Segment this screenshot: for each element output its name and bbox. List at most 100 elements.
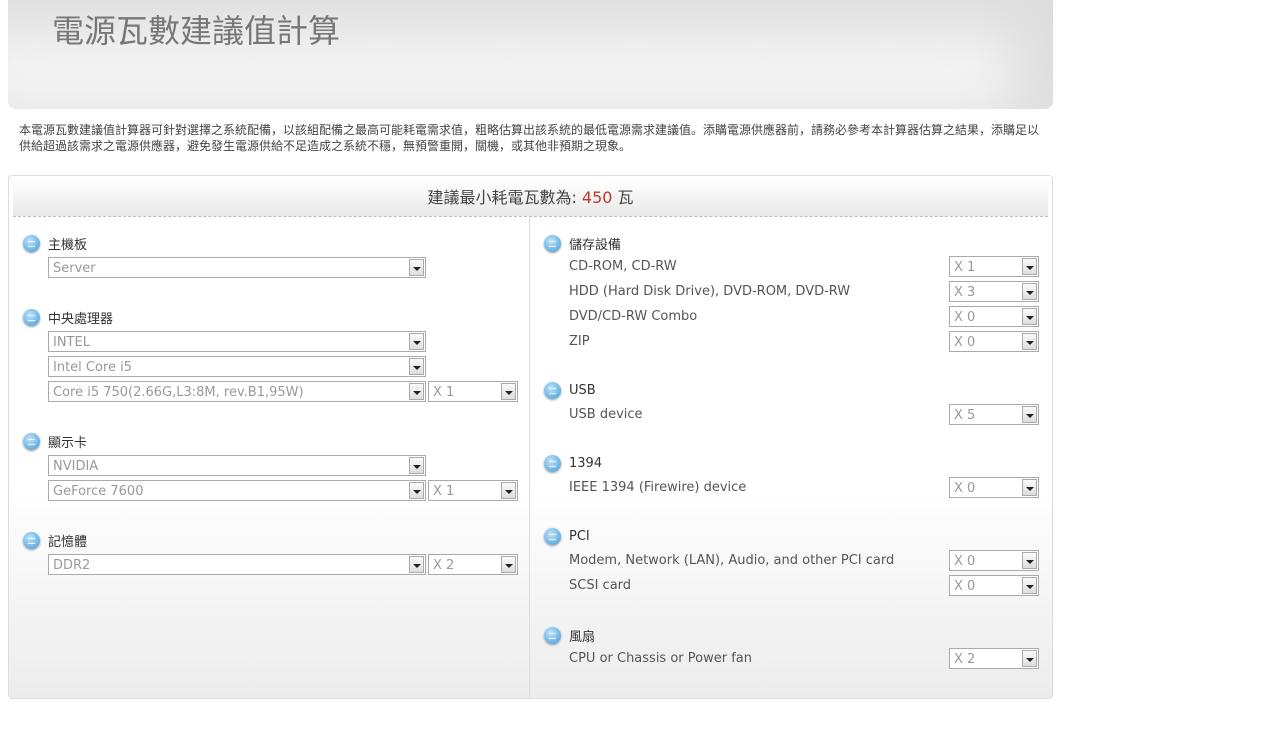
section-gpu: 顯示卡 bbox=[23, 431, 87, 451]
select-value: X 0 bbox=[954, 481, 976, 496]
description: 本電源瓦數建議值計算器可針對選擇之系統配備，以該組配備之最高可能耗電需求值，粗略… bbox=[19, 123, 1040, 153]
motherboard-select[interactable]: Server bbox=[48, 257, 426, 278]
chevron-down-icon bbox=[409, 457, 424, 474]
section-usb: USB bbox=[544, 380, 596, 400]
column-divider bbox=[529, 218, 530, 698]
result-label: 建議最小耗電瓦數為: bbox=[427, 188, 582, 207]
bullet-icon bbox=[544, 234, 561, 252]
select-value: Core i5 750(2.66G,L3:8M, rev.B1,95W) bbox=[53, 385, 304, 400]
select-value: X 0 bbox=[954, 579, 976, 594]
chevron-down-icon bbox=[1022, 258, 1037, 275]
chevron-down-icon bbox=[1022, 308, 1037, 325]
device-label: CD-ROM, CD-RW bbox=[569, 259, 677, 274]
ieee-qty-select[interactable]: X 0 bbox=[949, 477, 1039, 498]
select-value: X 0 bbox=[954, 310, 976, 325]
select-value: INTEL bbox=[53, 335, 90, 350]
device-label: CPU or Chassis or Power fan bbox=[569, 651, 752, 666]
cpu-model-select[interactable]: Core i5 750(2.66G,L3:8M, rev.B1,95W) bbox=[48, 381, 426, 402]
section-title: 風扇 bbox=[569, 629, 596, 645]
device-label: SCSI card bbox=[569, 578, 632, 593]
chevron-down-icon bbox=[501, 383, 516, 400]
result-unit: 瓦 bbox=[612, 188, 634, 207]
section-storage: 儲存設備 bbox=[544, 233, 621, 253]
select-value: X 2 bbox=[433, 558, 455, 573]
chevron-down-icon bbox=[1022, 552, 1037, 569]
chevron-down-icon bbox=[409, 333, 424, 350]
memory-qty-select[interactable]: X 2 bbox=[428, 554, 518, 575]
chevron-down-icon bbox=[409, 482, 424, 499]
section-title: PCI bbox=[569, 528, 590, 544]
section-ieee: 1394 bbox=[544, 453, 602, 473]
result-header: 建議最小耗電瓦數為: 450 瓦 bbox=[13, 180, 1048, 217]
section-title: USB bbox=[569, 382, 596, 398]
bullet-icon bbox=[544, 527, 561, 545]
pci-qty-select[interactable]: X 0 bbox=[949, 550, 1039, 571]
select-value: Intel Core i5 bbox=[53, 360, 133, 375]
device-label: HDD (Hard Disk Drive), DVD-ROM, DVD-RW bbox=[569, 284, 851, 299]
chevron-down-icon bbox=[501, 556, 516, 573]
bullet-icon bbox=[544, 626, 561, 644]
memory-type-select[interactable]: DDR2 bbox=[48, 554, 426, 575]
section-title: 顯示卡 bbox=[48, 435, 88, 451]
bullet-icon bbox=[544, 454, 561, 472]
chevron-down-icon bbox=[1022, 406, 1037, 423]
device-label: Modem, Network (LAN), Audio, and other P… bbox=[569, 553, 895, 568]
bullet-icon bbox=[23, 308, 40, 326]
calculator-panel: 建議最小耗電瓦數為: 450 瓦 主機板 Server 中央處理器 INTEL … bbox=[8, 175, 1053, 699]
bullet-icon bbox=[23, 531, 40, 549]
device-label: DVD/CD-RW Combo bbox=[569, 309, 698, 324]
bullet-icon bbox=[23, 234, 40, 252]
select-value: GeForce 7600 bbox=[53, 484, 144, 499]
device-label: ZIP bbox=[569, 334, 590, 349]
section-fan: 風扇 bbox=[544, 625, 595, 645]
gpu-qty-select[interactable]: X 1 bbox=[428, 480, 518, 501]
select-value: X 1 bbox=[433, 385, 455, 400]
select-value: X 5 bbox=[954, 408, 976, 423]
usb-qty-select[interactable]: X 5 bbox=[949, 404, 1039, 425]
cpu-qty-select[interactable]: X 1 bbox=[428, 381, 518, 402]
chevron-down-icon bbox=[1022, 577, 1037, 594]
gpu-brand-select[interactable]: NVIDIA bbox=[48, 455, 426, 476]
pci-qty-select[interactable]: X 0 bbox=[949, 575, 1039, 596]
storage-qty-select[interactable]: X 3 bbox=[949, 281, 1039, 302]
bullet-icon bbox=[544, 381, 561, 399]
select-value: Server bbox=[53, 261, 96, 276]
bullet-icon bbox=[23, 432, 40, 450]
section-motherboard: 主機板 bbox=[23, 233, 87, 253]
device-label: IEEE 1394 (Firewire) device bbox=[569, 480, 747, 495]
storage-qty-select[interactable]: X 1 bbox=[949, 256, 1039, 277]
section-cpu: 中央處理器 bbox=[23, 307, 113, 327]
gpu-model-select[interactable]: GeForce 7600 bbox=[48, 480, 426, 501]
section-title: 1394 bbox=[569, 455, 603, 471]
select-value: X 0 bbox=[954, 335, 976, 350]
chevron-down-icon bbox=[409, 383, 424, 400]
device-label: USB device bbox=[569, 407, 643, 422]
section-title: 主機板 bbox=[48, 237, 88, 253]
cpu-brand-select[interactable]: INTEL bbox=[48, 331, 426, 352]
fan-qty-select[interactable]: X 2 bbox=[949, 648, 1039, 669]
chevron-down-icon bbox=[1022, 479, 1037, 496]
select-value: NVIDIA bbox=[53, 459, 99, 474]
chevron-down-icon bbox=[1022, 283, 1037, 300]
storage-qty-select[interactable]: X 0 bbox=[949, 306, 1039, 327]
chevron-down-icon bbox=[501, 482, 516, 499]
select-value: X 0 bbox=[954, 554, 976, 569]
section-title: 儲存設備 bbox=[569, 237, 622, 253]
chevron-down-icon bbox=[1022, 333, 1037, 350]
chevron-down-icon bbox=[409, 259, 424, 276]
page-title: 電源瓦數建議值計算 bbox=[52, 12, 341, 50]
result-value: 450 bbox=[581, 188, 613, 207]
select-value: X 3 bbox=[954, 285, 976, 300]
storage-qty-select[interactable]: X 0 bbox=[949, 331, 1039, 352]
select-value: DDR2 bbox=[53, 558, 91, 573]
section-pci: PCI bbox=[544, 526, 590, 546]
section-title: 中央處理器 bbox=[48, 311, 114, 327]
select-value: X 1 bbox=[433, 484, 455, 499]
select-value: X 1 bbox=[954, 260, 976, 275]
chevron-down-icon bbox=[1022, 650, 1037, 667]
select-value: X 2 bbox=[954, 652, 976, 667]
chevron-down-icon bbox=[409, 358, 424, 375]
chevron-down-icon bbox=[409, 556, 424, 573]
cpu-series-select[interactable]: Intel Core i5 bbox=[48, 356, 426, 377]
section-title: 記憶體 bbox=[48, 534, 88, 550]
